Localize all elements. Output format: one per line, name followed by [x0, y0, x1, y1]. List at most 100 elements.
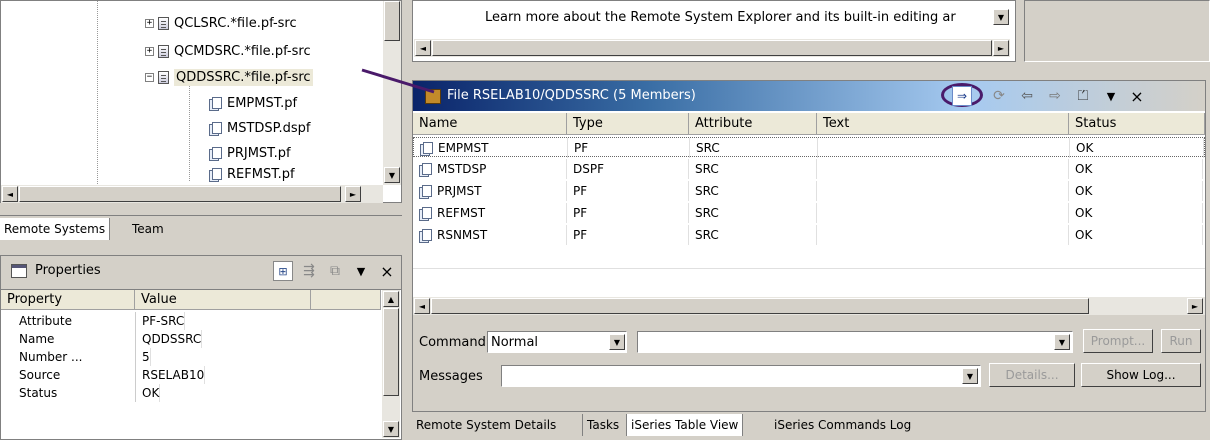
- scroll-left-button[interactable]: ◄: [2, 186, 18, 202]
- forward-icon[interactable]: ⇨: [1045, 86, 1065, 106]
- row-type: PF: [567, 181, 689, 201]
- expand-icon[interactable]: +: [145, 18, 154, 28]
- scrollbar-thumb[interactable]: [383, 308, 399, 396]
- member-icon: [419, 228, 432, 243]
- command-input[interactable]: ▼: [637, 331, 1073, 353]
- tree-item-qddssrc[interactable]: − QDDSSRC.*file.pf-src: [145, 67, 313, 87]
- collapse-icon[interactable]: −: [145, 72, 154, 82]
- dropdown-arrow-icon[interactable]: ▼: [962, 368, 978, 384]
- column-header-status[interactable]: Status: [1069, 113, 1205, 135]
- tab-remote-system-details[interactable]: Remote System Details: [412, 414, 560, 436]
- scroll-down-button[interactable]: ▼: [993, 9, 1009, 25]
- scroll-down-button[interactable]: ▼: [384, 167, 400, 183]
- properties-vertical-scrollbar[interactable]: ▲ ▼: [382, 290, 400, 438]
- tree-connectors: [189, 81, 190, 181]
- expand-icon[interactable]: +: [145, 46, 154, 56]
- property-name: Attribute: [19, 314, 72, 328]
- tree-item-refmst[interactable]: REFMST.pf: [209, 166, 295, 182]
- scrollbar-thumb[interactable]: [431, 298, 1089, 314]
- link-with-selection-icon[interactable]: ⇒: [952, 86, 972, 106]
- details-button[interactable]: Details...: [989, 363, 1075, 387]
- tree-item-label: PRJMST.pf: [227, 145, 291, 161]
- column-header-text[interactable]: Text: [817, 113, 1069, 135]
- welcome-horizontal-scrollbar[interactable]: ◄ ►: [414, 39, 1010, 57]
- command-mode-select[interactable]: Normal ▼: [487, 331, 627, 353]
- properties-view-icon: [11, 264, 27, 278]
- row-attribute: SRC: [689, 225, 817, 245]
- tab-iseries-commands-log[interactable]: iSeries Commands Log: [770, 414, 915, 436]
- dropdown-arrow-icon[interactable]: ▼: [1054, 334, 1070, 350]
- row-type: PF: [568, 138, 690, 158]
- top-right-empty-panel: [1024, 0, 1210, 62]
- show-log-button[interactable]: Show Log...: [1081, 363, 1201, 387]
- scroll-up-button[interactable]: ▲: [383, 291, 399, 307]
- properties-title-bar: Properties ⊞ ⇶ ⧉ ▼ ×: [1, 256, 401, 286]
- scroll-right-button[interactable]: ►: [993, 40, 1009, 56]
- table-row[interactable]: PRJMST PF SRC OK: [413, 181, 1205, 201]
- tree-item-label: MSTDSP.dspf: [227, 120, 311, 136]
- scroll-right-button[interactable]: ►: [1187, 298, 1203, 314]
- property-value: RSELAB10: [135, 366, 206, 384]
- row-name: PRJMST: [413, 181, 567, 201]
- prompt-button[interactable]: Prompt...: [1083, 329, 1153, 353]
- column-header-name[interactable]: Name: [413, 113, 567, 135]
- scrollbar-thumb[interactable]: [432, 40, 992, 56]
- column-header-attribute[interactable]: Attribute: [689, 113, 817, 135]
- table-row[interactable]: MSTDSP DSPF SRC OK: [413, 159, 1205, 179]
- table-row[interactable]: EMPMST PF SRC OK: [413, 137, 1205, 158]
- tab-tasks[interactable]: Tasks: [582, 414, 623, 436]
- property-value: QDDSSRC: [135, 330, 203, 348]
- tree-item-label: REFMST.pf: [227, 166, 295, 182]
- refresh-icon[interactable]: ⟳: [989, 86, 1009, 106]
- row-attribute: SRC: [689, 159, 817, 179]
- messages-label: Messages: [419, 369, 483, 384]
- remote-systems-tree[interactable]: + QCLSRC.*file.pf-src + QCMDSRC.*file.pf…: [0, 0, 402, 203]
- command-mode-value: Normal: [491, 335, 539, 350]
- up-level-icon[interactable]: ⏍: [1073, 86, 1093, 106]
- source-file-icon: [158, 16, 169, 30]
- view-menu-icon[interactable]: ▼: [1101, 86, 1121, 106]
- close-icon[interactable]: ×: [1127, 86, 1147, 106]
- properties-view: Properties ⊞ ⇶ ⧉ ▼ × Property Value Attr…: [0, 255, 402, 440]
- table-row[interactable]: REFMST PF SRC OK: [413, 203, 1205, 223]
- messages-input[interactable]: ▼: [501, 365, 981, 387]
- back-icon[interactable]: ⇦: [1017, 86, 1037, 106]
- tab-iseries-table-view[interactable]: iSeries Table View: [626, 414, 744, 436]
- source-file-icon: [158, 70, 169, 84]
- scroll-down-button[interactable]: ▼: [383, 421, 399, 437]
- scroll-left-button[interactable]: ◄: [414, 298, 430, 314]
- view-menu-icon[interactable]: ▼: [351, 261, 371, 281]
- scrollbar-thumb[interactable]: [384, 1, 400, 41]
- table-row[interactable]: RSNMST PF SRC OK: [413, 225, 1205, 245]
- tab-remote-systems[interactable]: Remote Systems: [0, 218, 111, 240]
- table-view: File RSELAB10/QDDSSRC (5 Members) ⇒ ⟳ ⇦ …: [412, 80, 1206, 412]
- property-name: Status: [19, 386, 58, 400]
- tree-horizontal-scrollbar[interactable]: ◄ ►: [1, 185, 383, 203]
- filter-icon[interactable]: ⇶: [299, 261, 319, 281]
- source-file-icon: [158, 44, 169, 58]
- run-button[interactable]: Run: [1161, 329, 1201, 353]
- tree-item-empmst[interactable]: EMPMST.pf: [209, 93, 297, 113]
- column-header-value[interactable]: Value: [135, 290, 311, 310]
- tree-layout-icon[interactable]: ⊞: [273, 261, 293, 281]
- scroll-left-button[interactable]: ◄: [415, 40, 431, 56]
- member-icon: [419, 206, 432, 221]
- table-horizontal-scrollbar[interactable]: ◄ ►: [413, 297, 1205, 315]
- column-header-property[interactable]: Property: [1, 290, 135, 310]
- member-icon: [419, 162, 432, 177]
- member-icon: [209, 146, 222, 161]
- dropdown-arrow-icon[interactable]: ▼: [609, 334, 625, 350]
- column-header-type[interactable]: Type: [567, 113, 689, 135]
- tree-item-mstdsp[interactable]: MSTDSP.dspf: [209, 118, 310, 138]
- tree-item-prjmst[interactable]: PRJMST.pf: [209, 143, 291, 163]
- close-icon[interactable]: ×: [377, 261, 397, 281]
- row-text: [817, 159, 1069, 179]
- tab-team[interactable]: Team: [128, 218, 168, 240]
- scrollbar-thumb[interactable]: [19, 186, 341, 202]
- tree-item-qclsrc[interactable]: + QCLSRC.*file.pf-src: [145, 13, 297, 33]
- restore-icon[interactable]: ⧉: [325, 261, 345, 281]
- tree-item-label: QCMDSRC.*file.pf-src: [174, 43, 311, 59]
- scroll-right-button[interactable]: ►: [345, 186, 361, 202]
- properties-table[interactable]: Property Value Attribute PF-SRC Name QDD…: [1, 289, 401, 439]
- tree-item-qcmdsrc[interactable]: + QCMDSRC.*file.pf-src: [145, 41, 311, 61]
